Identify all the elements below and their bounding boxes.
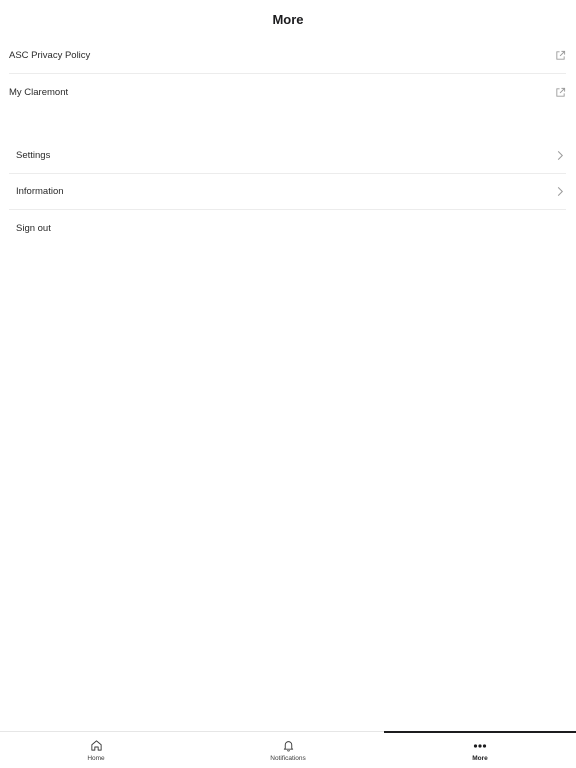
- chevron-right-icon: [554, 150, 566, 162]
- chevron-right-icon: [554, 186, 566, 198]
- tab-label: More: [472, 754, 488, 762]
- more-screen: More ASC Privacy Policy My Claremont Set…: [0, 0, 576, 768]
- tab-label: Home: [87, 754, 105, 762]
- menu-item-sign-out[interactable]: Sign out: [9, 210, 566, 246]
- menu-item-label: Information: [16, 186, 64, 197]
- menu-item-label: Sign out: [16, 222, 51, 234]
- more-dots-icon: [473, 739, 487, 753]
- bell-icon: [282, 739, 295, 753]
- tab-notifications[interactable]: Notifications: [192, 732, 384, 768]
- menu-item-settings[interactable]: Settings: [9, 138, 566, 174]
- external-link-icon: [554, 50, 566, 62]
- menu-item-label: Settings: [16, 150, 51, 161]
- tab-label: Notifications: [270, 754, 306, 762]
- link-label: ASC Privacy Policy: [9, 50, 91, 61]
- tab-more[interactable]: More: [384, 731, 576, 768]
- link-my-claremont[interactable]: My Claremont: [9, 74, 566, 110]
- link-label: My Claremont: [9, 86, 69, 98]
- tab-home[interactable]: Home: [0, 732, 192, 768]
- nav-header: More: [0, 0, 576, 38]
- page-title: More: [272, 11, 304, 27]
- tab-bar: Home Notifications More: [0, 731, 576, 768]
- external-link-icon: [554, 86, 566, 98]
- menu-item-information[interactable]: Information: [9, 174, 566, 210]
- link-asc-privacy-policy[interactable]: ASC Privacy Policy: [9, 38, 566, 74]
- home-icon: [90, 739, 103, 753]
